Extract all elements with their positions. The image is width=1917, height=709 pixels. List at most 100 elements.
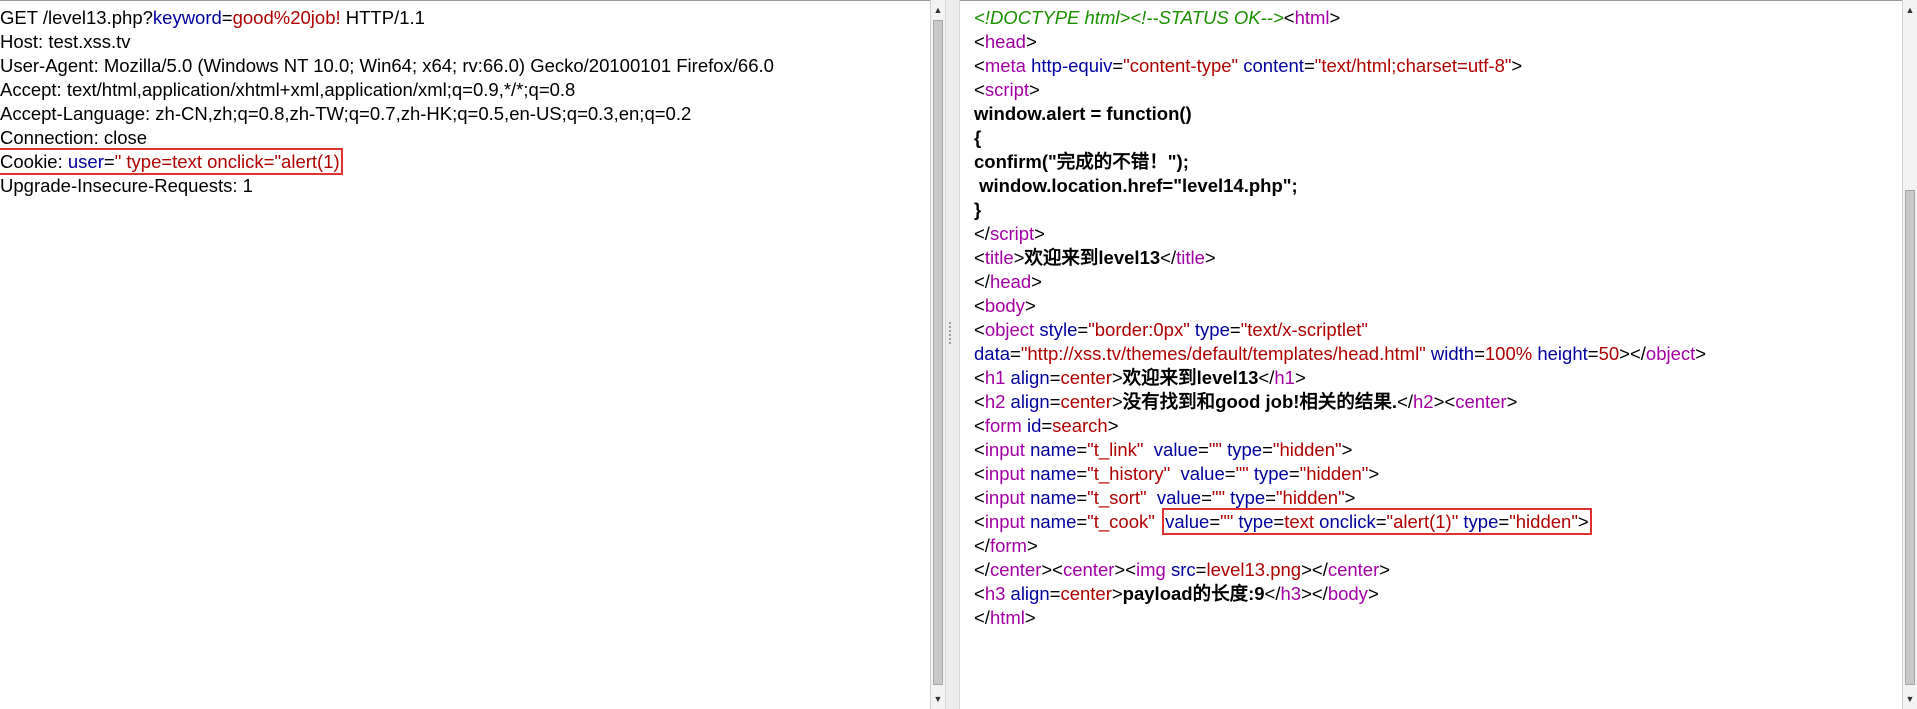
attr-name: data [974, 343, 1011, 364]
tag-name: html [1294, 7, 1330, 28]
code-line: <input name="t_link" value="" type="hidd… [974, 438, 1706, 462]
down-arrow-icon[interactable]: ▼ [931, 691, 945, 707]
code-line: <body> [974, 294, 1706, 318]
attr-name: value [1143, 439, 1199, 460]
request-method-path: GET /level13.php? [0, 7, 153, 28]
request-text[interactable]: GET /level13.php?keyword=good%20job! HTT… [0, 6, 774, 198]
attr-name: align [1005, 391, 1050, 412]
punct: </ [974, 271, 990, 292]
attr-name: value [1165, 511, 1210, 532]
punct: = [1262, 439, 1273, 460]
tag-name: center [1327, 559, 1380, 580]
response-pane[interactable]: <!DOCTYPE html><!--STATUS OK--><html> <h… [960, 0, 1902, 709]
attr-name: type [1221, 439, 1263, 460]
punct: ></ [1619, 343, 1646, 364]
attr-name: value [1170, 463, 1225, 484]
grip-icon[interactable] [949, 322, 956, 344]
attr-value: center [1060, 367, 1112, 388]
response-text[interactable]: <!DOCTYPE html><!--STATUS OK--><html> <h… [974, 6, 1706, 630]
tag-name: h2 [984, 391, 1006, 412]
script-line: confirm("完成的不错！"); [974, 151, 1189, 172]
pane-divider[interactable] [945, 0, 960, 709]
punct: = [1198, 439, 1209, 460]
punct: < [974, 367, 985, 388]
script-line: } [974, 199, 982, 220]
attr-value: center [1060, 391, 1112, 412]
tag-name: head [984, 31, 1026, 52]
attr-value: "text/x-scriptlet" [1240, 319, 1368, 340]
punct: > [1368, 463, 1380, 484]
attr-name: name [1024, 511, 1077, 532]
punct: > [1026, 535, 1038, 556]
attr-value: "t_cook" [1087, 511, 1155, 532]
attr-value: search [1052, 415, 1108, 436]
down-arrow-icon[interactable]: ▼ [1903, 691, 1917, 707]
header-accept: Accept: text/html,application/xhtml+xml,… [0, 79, 576, 100]
attr-name: http-equiv [1025, 55, 1113, 76]
attr-value: "content-type" [1123, 55, 1239, 76]
punct: > [1341, 439, 1353, 460]
punct: >< [1433, 391, 1456, 412]
request-scrollbar[interactable]: ▲ ▼ [930, 0, 945, 709]
punct: = [1076, 487, 1088, 508]
attr-name: onclick [1314, 511, 1376, 532]
tag-name: h3 [984, 583, 1006, 604]
script-line: window.alert = function() [974, 103, 1192, 124]
param-value: good%20job! [232, 7, 341, 28]
cookie-value: " type=text onclick="alert(1) [114, 151, 340, 172]
code-line: <input name="t_history" value="" type="h… [974, 462, 1706, 486]
scroll-thumb[interactable] [1905, 190, 1915, 685]
punct: < [974, 487, 985, 508]
punct: < [974, 55, 985, 76]
up-arrow-icon[interactable]: ▲ [1903, 2, 1917, 18]
tag-name: form [984, 415, 1022, 436]
attr-name: type [1248, 463, 1289, 484]
script-line: { [974, 127, 982, 148]
script-line: window.location.href="level14.php"; [974, 175, 1298, 196]
punct: = [1209, 511, 1221, 532]
punct: </ [974, 559, 990, 580]
request-pane[interactable]: GET /level13.php?keyword=good%20job! HTT… [0, 0, 930, 709]
punct: = [1076, 511, 1088, 532]
attr-name: value [1146, 487, 1202, 508]
attr-name: style [1034, 319, 1078, 340]
punct: = [1474, 343, 1485, 364]
equals: = [221, 7, 233, 28]
punct: < [974, 511, 985, 532]
punct: < [974, 463, 985, 484]
attr-value: "hidden" [1272, 439, 1342, 460]
punct: = [1229, 319, 1241, 340]
punct: > [1024, 295, 1036, 316]
up-arrow-icon[interactable]: ▲ [931, 2, 945, 18]
punct: = [1076, 439, 1088, 460]
punct: </ [974, 223, 990, 244]
punct: > [1111, 391, 1123, 412]
attr-name: src [1165, 559, 1196, 580]
punct: = [1201, 487, 1212, 508]
attr-value: "hidden" [1509, 511, 1578, 532]
code-line: <h2 align=center>没有找到和good job!相关的结果.</h… [974, 390, 1706, 414]
scroll-thumb[interactable] [933, 20, 943, 685]
attr-value: "http://xss.tv/themes/default/templates/… [1020, 343, 1426, 364]
cookie-highlight-box: Cookie: user=" type=text onclick="alert(… [0, 148, 343, 175]
code-line: <h3 align=center>payload的长度:9</h3></body… [974, 582, 1706, 606]
attr-value: "hidden" [1299, 463, 1369, 484]
punct: </ [1160, 247, 1177, 268]
tag-name: title [984, 247, 1014, 268]
punct: < [974, 439, 985, 460]
header-accept-language: Accept-Language: zh-CN,zh;q=0.8,zh-TW;q=… [0, 103, 692, 124]
punct: = [1049, 583, 1061, 604]
punct: > [1111, 583, 1123, 604]
param-name: keyword [152, 7, 222, 28]
punct: = [1041, 415, 1053, 436]
attr-value: 50 [1598, 343, 1620, 364]
punct: = [1077, 319, 1089, 340]
punct: < [1283, 7, 1295, 28]
punct: > [1506, 391, 1518, 412]
tag-name: input [984, 487, 1025, 508]
attr-name: content [1238, 55, 1304, 76]
code-line: <object style="border:0px" type="text/x-… [974, 318, 1706, 342]
response-scrollbar[interactable]: ▲ ▼ [1902, 0, 1917, 709]
code-line: <form id=search> [974, 414, 1706, 438]
punct: </ [974, 535, 990, 556]
